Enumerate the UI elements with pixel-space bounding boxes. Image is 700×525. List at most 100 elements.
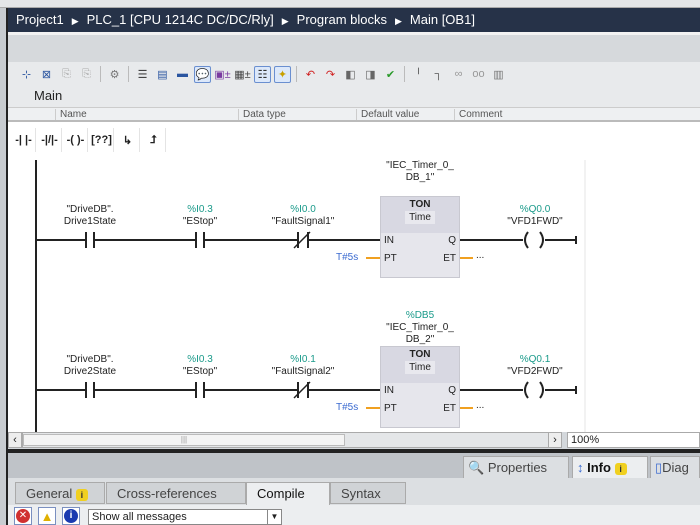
column-data-type[interactable]: Data type	[238, 109, 356, 120]
tab-properties[interactable]: 🔍 Properties	[463, 456, 569, 478]
fault-operand[interactable]: %I0.1"FaultSignal2"	[272, 354, 335, 378]
ton-timer-box[interactable]: TONTime IN PT Q ET	[380, 346, 460, 428]
info-filter-button[interactable]: i	[62, 507, 80, 525]
breadcrumb-item[interactable]: Main [OB1]	[410, 12, 475, 27]
chevron-right-icon: ▶	[72, 16, 79, 26]
error-filter-button[interactable]: ✕	[14, 507, 32, 525]
timer-subtype[interactable]: Time	[405, 361, 435, 374]
download-icon[interactable]: ▥	[490, 66, 507, 83]
column-name[interactable]: Name	[55, 109, 245, 120]
pin-pt: PT	[384, 253, 397, 264]
tab-label: Info	[587, 460, 611, 475]
open-branch-icon[interactable]: ↳	[116, 128, 140, 152]
et-value[interactable]: ...	[476, 250, 484, 261]
et-value[interactable]: ...	[476, 400, 484, 411]
consistency-check-icon[interactable]: ✔	[382, 66, 399, 83]
comments-icon[interactable]: 💬	[194, 66, 211, 83]
breadcrumb-item[interactable]: Program blocks	[297, 12, 387, 27]
go-to-error-next-icon[interactable]: ↷	[322, 66, 339, 83]
contact-operand[interactable]: "DriveDB".Drive2State	[64, 354, 116, 378]
interface-table-header: Name Data type Default value Comment	[8, 107, 700, 120]
fault-operand[interactable]: %I0.0"FaultSignal1"	[272, 204, 335, 228]
compare-icon[interactable]: ◨	[362, 66, 379, 83]
tab-syntax[interactable]: Syntax	[330, 482, 406, 504]
pin-q: Q	[448, 235, 456, 246]
no-contact-icon[interactable]: -| |-	[12, 128, 36, 152]
chevron-down-icon[interactable]: ▼	[267, 510, 281, 524]
warning-icon: ▲	[41, 509, 54, 524]
rung-1: "DriveDB".Drive1State %I0.3"EStop" %I0.0…	[8, 160, 700, 310]
breadcrumb-item[interactable]: Project1	[16, 12, 64, 27]
rung-2: "DriveDB".Drive2State %I0.3"EStop" %I0.1…	[8, 310, 700, 432]
tab-cross-references[interactable]: Cross-references	[106, 482, 246, 504]
go-to-error-prev-icon[interactable]: ↶	[302, 66, 319, 83]
tab-info[interactable]: ↕ Info i	[572, 456, 648, 478]
toolbar-separator	[404, 66, 405, 82]
scroll-left-button[interactable]: ‹	[8, 432, 22, 448]
tab-diagnostics[interactable]: ▯Diag	[650, 456, 700, 478]
pt-value[interactable]: T#5s	[336, 402, 358, 413]
zoom-field[interactable]: 100%	[567, 432, 700, 448]
pin-in: IN	[384, 235, 394, 246]
pin-pt: PT	[384, 403, 397, 414]
nc-contact-icon[interactable]: -|/|-	[38, 128, 62, 152]
delete-network-icon[interactable]: ⊠	[38, 66, 55, 83]
insert-network-icon[interactable]: ⊹	[18, 66, 35, 83]
coil-operand[interactable]: %Q0.1"VFD2FWD"	[507, 354, 562, 378]
info-icon: i	[64, 509, 78, 523]
timer-subtype[interactable]: Time	[405, 211, 435, 224]
glasses-icon[interactable]: oo	[470, 66, 487, 83]
network-list-icon[interactable]: ☰	[134, 66, 151, 83]
tab-general[interactable]: General i	[15, 482, 105, 504]
monitoring-on-icon[interactable]: ∞	[450, 66, 467, 83]
timer-instance[interactable]: %DB5"IEC_Timer_0_DB_2"	[386, 310, 454, 346]
message-filter-select[interactable]: Show all messages ▼	[88, 509, 282, 525]
pin-et: ET	[443, 403, 456, 414]
top-toolbar-strip	[0, 0, 700, 8]
show-favorites-icon[interactable]: ☷	[254, 66, 271, 83]
close-branch-icon[interactable]: ⮥	[142, 128, 166, 152]
block-title: Main	[8, 86, 700, 107]
timer-type: TON	[381, 199, 459, 210]
highlight-icon[interactable]: ✦	[274, 66, 291, 83]
tab-compile[interactable]: Compile	[246, 482, 330, 506]
select-value: Show all messages	[92, 511, 187, 523]
favorites-display-icon[interactable]: ▦±	[234, 66, 251, 83]
estop-operand[interactable]: %I0.3"EStop"	[183, 354, 217, 378]
ladder-canvas[interactable]: "DriveDB".Drive1State %I0.3"EStop" %I0.0…	[8, 160, 700, 432]
coil-operand[interactable]: %Q0.0"VFD1FWD"	[507, 204, 562, 228]
tab-label: General	[26, 486, 72, 501]
horizontal-scrollbar[interactable]: |||	[22, 432, 549, 448]
empty-box-icon[interactable]: [??]	[90, 128, 114, 152]
pin-et: ET	[443, 253, 456, 264]
ton-timer-box[interactable]: TONTime IN PT Q ET	[380, 196, 460, 278]
insert-element-icon[interactable]: ╵	[410, 66, 427, 83]
column-default-value[interactable]: Default value	[356, 109, 454, 120]
open-all-networks-icon[interactable]: ▤	[154, 66, 171, 83]
timer-instance[interactable]: "IEC_Timer_0_DB_1"	[386, 160, 454, 184]
pin-q: Q	[448, 385, 456, 396]
absolute-operands-icon[interactable]: ▣±	[214, 66, 231, 83]
warning-filter-button[interactable]: ▲	[38, 507, 56, 525]
column-comment[interactable]: Comment	[454, 109, 694, 120]
monitor-icon[interactable]: ◧	[342, 66, 359, 83]
pin-in: IN	[384, 385, 394, 396]
coil-icon[interactable]: -( )-	[64, 128, 88, 152]
editor-header	[8, 32, 700, 62]
branch-icon[interactable]: ┐	[430, 66, 447, 83]
instruction-favorites: -| |- -|/|- -( )- [??] ↳ ⮥	[8, 120, 700, 160]
insert-row-icon[interactable]: ⎘	[58, 66, 75, 83]
info-badge-icon: i	[76, 489, 88, 501]
reset-start-values-icon[interactable]: ⚙	[106, 66, 123, 83]
block-editor-toolbar: ⊹ ⊠ ⎘ ⎘ ⚙ ☰ ▤ ▬ 💬 ▣± ▦± ☷ ✦ ↶ ↷ ◧ ◨ ✔ ╵ …	[8, 62, 700, 86]
close-all-networks-icon[interactable]: ▬	[174, 66, 191, 83]
scroll-right-button[interactable]: ›	[548, 432, 562, 448]
breadcrumb-item[interactable]: PLC_1 [CPU 1214C DC/DC/Rly]	[87, 12, 274, 27]
left-panel-edge	[0, 8, 8, 525]
chevron-right-icon: ▶	[395, 16, 402, 26]
scrollbar-thumb[interactable]: |||	[23, 434, 345, 446]
pt-value[interactable]: T#5s	[336, 252, 358, 263]
add-row-icon[interactable]: ⎘	[78, 66, 95, 83]
contact-operand[interactable]: "DriveDB".Drive1State	[64, 204, 116, 228]
estop-operand[interactable]: %I0.3"EStop"	[183, 204, 217, 228]
